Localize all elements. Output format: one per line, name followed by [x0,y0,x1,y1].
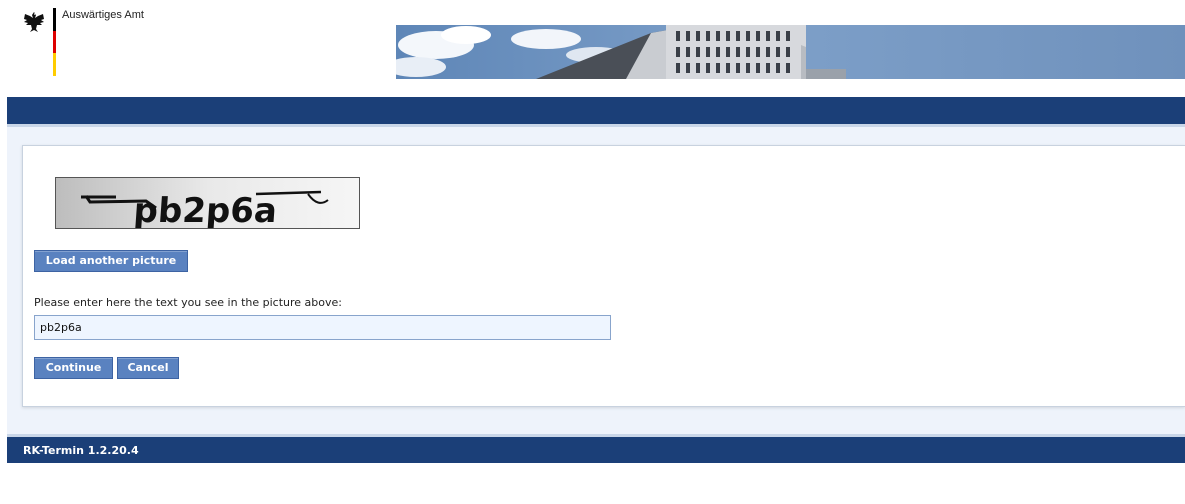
cancel-button[interactable]: Cancel [117,357,179,379]
header-banner-image [396,25,1185,79]
continue-button[interactable]: Continue [34,357,113,379]
captcha-prompt: Please enter here the text you see in th… [34,296,342,309]
captcha-image: pb2p6a [55,177,360,229]
federal-eagle-icon [24,12,44,32]
captcha-text: pb2p6a [132,191,278,229]
org-name: Auswärtiges Amt [62,9,144,21]
captcha-panel: pb2p6a Load another picture Please enter… [22,145,1185,407]
footer-bar: RK-Termin 1.2.20.4 [7,437,1185,463]
site-header: Auswärtiges Amt [0,0,1185,97]
top-nav-bar [7,97,1185,124]
version-label: RK-Termin 1.2.20.4 [23,444,139,457]
captcha-input[interactable] [34,315,611,340]
german-flag-bar [53,8,56,76]
load-another-picture-button[interactable]: Load another picture [34,250,188,272]
